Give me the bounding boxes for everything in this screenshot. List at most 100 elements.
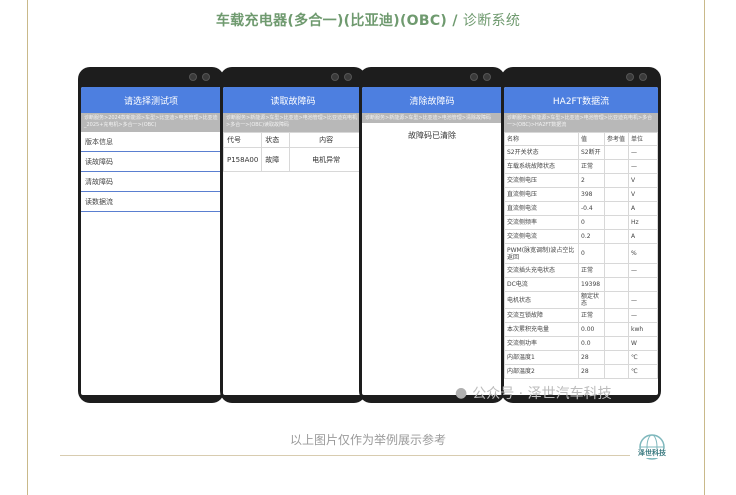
app-header: 清除故障码 [362, 87, 502, 113]
cell-value: 28 [578, 350, 605, 365]
dtc-code: P158A00 [223, 147, 263, 172]
column-header: 状态 [261, 132, 291, 148]
cell-unit: — [628, 145, 658, 160]
cell-unit: kwh [628, 322, 658, 337]
table-row[interactable]: 交流侧频率 0 Hz [504, 215, 658, 230]
phone-data-stream: HA2FT数据流 诊断服务>新能源>车型>比亚迪>电池管理>比亚迪充电机>多合一… [501, 67, 661, 403]
cell-name: 本次累积充电量 [504, 322, 579, 337]
menu-item-clear-dtc[interactable]: 清故障码 [81, 172, 221, 192]
table-row[interactable]: 内部温度2 28 ℃ [504, 364, 658, 379]
cell-value: 398 [578, 187, 605, 202]
cell-unit: % [628, 243, 658, 264]
cell-value: 28 [578, 364, 605, 379]
cell-ref [604, 322, 629, 337]
frame-right-line [704, 0, 705, 495]
column-header: 名称 [504, 132, 579, 146]
cell-ref [604, 277, 629, 292]
menu-item-read-dtc[interactable]: 读故障码 [81, 152, 221, 172]
cleared-message: 故障码已清除 [408, 131, 456, 140]
table-header-row: 代号 状态 内容 [223, 132, 363, 148]
breadcrumb: 诊断服务>新能源>车型>比亚迪>电池管理>比亚迪充电机>多合一>(OBC)>HA… [504, 113, 658, 132]
table-row[interactable]: S2开关状态 S2断开 — [504, 145, 658, 160]
table-row[interactable]: 直流侧电流 -0.4 A [504, 201, 658, 216]
watermark: ● 公众号 · 泽世汽车科技 [455, 383, 612, 403]
table-header-row: 名称 值 参考值 单位 [504, 132, 658, 146]
cell-name: 交流侧电压 [504, 173, 579, 188]
cell-unit: ℃ [628, 350, 658, 365]
table-row[interactable]: 内部温度1 28 ℃ [504, 350, 658, 365]
cell-name: 直流侧电流 [504, 201, 579, 216]
camera-icon [483, 73, 491, 81]
table-row[interactable]: 交流侧功率 0.0 W [504, 336, 658, 351]
cell-ref [604, 291, 629, 309]
cell-value: 0.2 [578, 229, 605, 244]
cell-ref [604, 201, 629, 216]
table-row[interactable]: 交流插头充电状态 正常 — [504, 263, 658, 278]
cell-name: 交流插头充电状态 [504, 263, 579, 278]
divider [60, 455, 630, 456]
logo-globe-icon [639, 434, 665, 460]
cell-name: 电机状态 [504, 291, 579, 309]
data-stream-table: 名称 值 参考值 单位 S2开关状态 S2断开 — 车载系统故障状态 正常 — 交流侧电压 2… [504, 132, 658, 379]
cell-value: 2 [578, 173, 605, 188]
column-header: 值 [578, 132, 605, 146]
data-stream-body: S2开关状态 S2断开 — 车载系统故障状态 正常 — 交流侧电压 2 V 直流侧电压 398 V 直流… [504, 145, 658, 379]
dtc-table: 代号 状态 内容 P158A00 故障 电机异常 [223, 132, 363, 172]
camera-cluster [626, 73, 647, 81]
table-row[interactable]: 车载系统故障状态 正常 — [504, 159, 658, 174]
column-header: 内容 [289, 132, 363, 148]
table-row[interactable]: 交流侧电流 0.2 A [504, 229, 658, 244]
cell-unit: — [628, 159, 658, 174]
table-row[interactable]: DC电流 19398 [504, 277, 658, 292]
cell-name: 交流侧电流 [504, 229, 579, 244]
phone-test-selection: 请选择测试项 诊断服务>2024款新能源>车型>比亚迪>电池管理>比亚迪_202… [78, 67, 224, 403]
cell-unit: A [628, 229, 658, 244]
cell-unit: — [628, 291, 658, 309]
breadcrumb: 诊断服务>新能源>车型>比亚迪>电池管理>清除故障码 [362, 113, 502, 123]
camera-icon [331, 73, 339, 81]
cell-ref [604, 263, 629, 278]
cell-ref [604, 336, 629, 351]
menu-item-version-info[interactable]: 版本信息 [81, 132, 221, 152]
camera-icon [470, 73, 478, 81]
cell-name: 车载系统故障状态 [504, 159, 579, 174]
app-header: 请选择测试项 [81, 87, 221, 113]
table-row[interactable]: 电机状态 额定状态 — [504, 291, 658, 309]
watermark-text: 公众号 · 泽世汽车科技 [472, 386, 612, 402]
app-header: 读取故障码 [223, 87, 363, 113]
table-row[interactable]: P158A00 故障 电机异常 [223, 147, 363, 172]
cell-value: -0.4 [578, 201, 605, 216]
cell-value: 19398 [578, 277, 605, 292]
cell-value: 正常 [578, 263, 605, 278]
phone-clear-dtc: 清除故障码 诊断服务>新能源>车型>比亚迪>电池管理>清除故障码 故障码已清除 [359, 67, 505, 403]
cell-unit: ℃ [628, 364, 658, 379]
cell-name: 内部温度2 [504, 364, 579, 379]
cell-value: S2断开 [578, 145, 605, 160]
wechat-icon: ● [455, 385, 468, 401]
cell-name: S2开关状态 [504, 145, 579, 160]
table-row[interactable]: 交流互锁故障 正常 — [504, 308, 658, 323]
cell-ref [604, 173, 629, 188]
logo-text: 泽世科技 [636, 449, 668, 458]
cell-unit: — [628, 263, 658, 278]
table-row[interactable]: 交流侧电压 2 V [504, 173, 658, 188]
phone-screen: 请选择测试项 诊断服务>2024款新能源>车型>比亚迪>电池管理>比亚迪_202… [81, 87, 221, 395]
camera-cluster [470, 73, 491, 81]
cell-value: 正常 [578, 308, 605, 323]
cell-value: 0.00 [578, 322, 605, 337]
cell-name: 交流侧频率 [504, 215, 579, 230]
table-row[interactable]: 直流侧电压 398 V [504, 187, 658, 202]
menu-item-data-stream[interactable]: 读数据流 [81, 192, 221, 212]
title-separator: / [452, 13, 458, 29]
cell-value: 额定状态 [578, 291, 605, 309]
page-title: 车载充电器(多合一)(比亚迪)(OBC) / 诊断系统 [0, 10, 736, 30]
cell-ref [604, 308, 629, 323]
cell-ref [604, 187, 629, 202]
table-row[interactable]: 本次累积充电量 0.00 kwh [504, 322, 658, 337]
cell-unit: W [628, 336, 658, 351]
cell-ref [604, 145, 629, 160]
camera-icon [202, 73, 210, 81]
table-row[interactable]: PWM(脉宽调制)波占空比返回 0% [504, 243, 658, 264]
breadcrumb: 诊断服务>新能源>车型>比亚迪>电池管理>比亚迪充电机>多合一>(OBC)读取故… [223, 113, 363, 132]
cell-ref [604, 364, 629, 379]
